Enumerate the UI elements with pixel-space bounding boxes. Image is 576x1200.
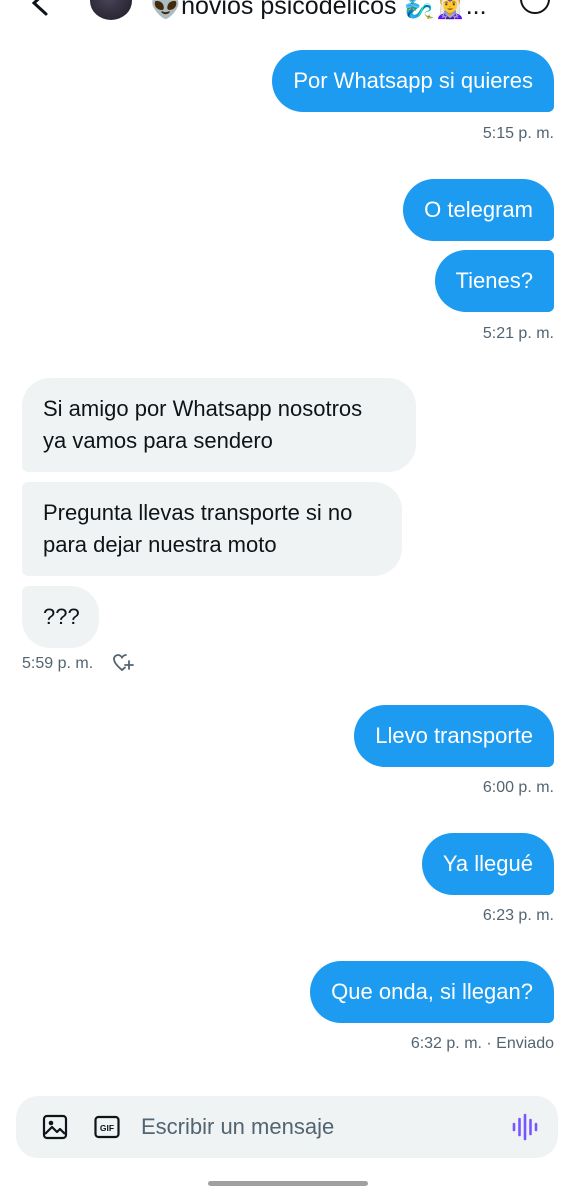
message-input[interactable]: Escribir un mensaje bbox=[141, 1114, 334, 1140]
conversation-title[interactable]: 👽novios psicodelicos 🧞‍♂️🧝‍♀️... bbox=[150, 0, 487, 21]
svg-text:GIF: GIF bbox=[100, 1123, 114, 1133]
message-timestamp: 6:00 p. m. bbox=[482, 779, 554, 796]
gif-icon[interactable]: GIF bbox=[94, 1114, 120, 1140]
incoming-message[interactable]: ??? bbox=[22, 586, 99, 648]
avatar[interactable] bbox=[90, 0, 132, 20]
message-text: ??? bbox=[43, 604, 80, 629]
message-timestamp: 6:23 p. m. bbox=[482, 907, 554, 924]
voice-message-icon[interactable] bbox=[510, 1112, 540, 1142]
incoming-message[interactable]: Si amigo por Whatsapp nosotros ya vamos … bbox=[22, 378, 416, 472]
outgoing-message[interactable]: Ya llegué bbox=[421, 833, 554, 895]
message-composer[interactable]: GIF Escribir un mensaje bbox=[16, 1096, 558, 1158]
message-text: Que onda, si llegan? bbox=[331, 979, 533, 1004]
outgoing-message[interactable]: Llevo transporte bbox=[354, 705, 554, 767]
info-icon[interactable] bbox=[520, 0, 550, 14]
outgoing-message[interactable]: Que onda, si llegan? bbox=[310, 961, 554, 1023]
message-text: O telegram bbox=[424, 197, 533, 222]
message-text: Llevo transporte bbox=[375, 723, 533, 748]
outgoing-message[interactable]: Por Whatsapp si quieres bbox=[272, 50, 554, 112]
message-timestamp: 5:59 p. m. bbox=[22, 655, 94, 672]
outgoing-message[interactable]: Tienes? bbox=[434, 250, 554, 312]
chat-header: 👽novios psicodelicos 🧞‍♂️🧝‍♀️... bbox=[0, 0, 576, 22]
message-text-line2: ya vamos para sendero bbox=[43, 428, 273, 453]
message-text: Tienes? bbox=[455, 268, 533, 293]
message-text: Si amigo por Whatsapp nosotros bbox=[43, 396, 363, 421]
image-icon[interactable] bbox=[42, 1114, 68, 1140]
back-arrow-icon[interactable] bbox=[22, 0, 56, 20]
message-text-line2: para dejar nuestra moto bbox=[43, 532, 277, 557]
message-timestamp: 5:21 p. m. bbox=[482, 325, 554, 342]
message-timestamp: 5:15 p. m. bbox=[482, 125, 554, 142]
incoming-message[interactable]: Pregunta llevas transporte si no para de… bbox=[22, 482, 402, 576]
message-text: Ya llegué bbox=[442, 851, 533, 876]
outgoing-message[interactable]: O telegram bbox=[403, 179, 554, 241]
message-text: Por Whatsapp si quieres bbox=[293, 68, 533, 93]
message-text: Pregunta llevas transporte si no bbox=[43, 500, 353, 525]
home-indicator[interactable] bbox=[208, 1181, 368, 1186]
message-status: 6:32 p. m. · Enviado bbox=[410, 1035, 554, 1052]
add-reaction-icon[interactable] bbox=[112, 652, 134, 674]
